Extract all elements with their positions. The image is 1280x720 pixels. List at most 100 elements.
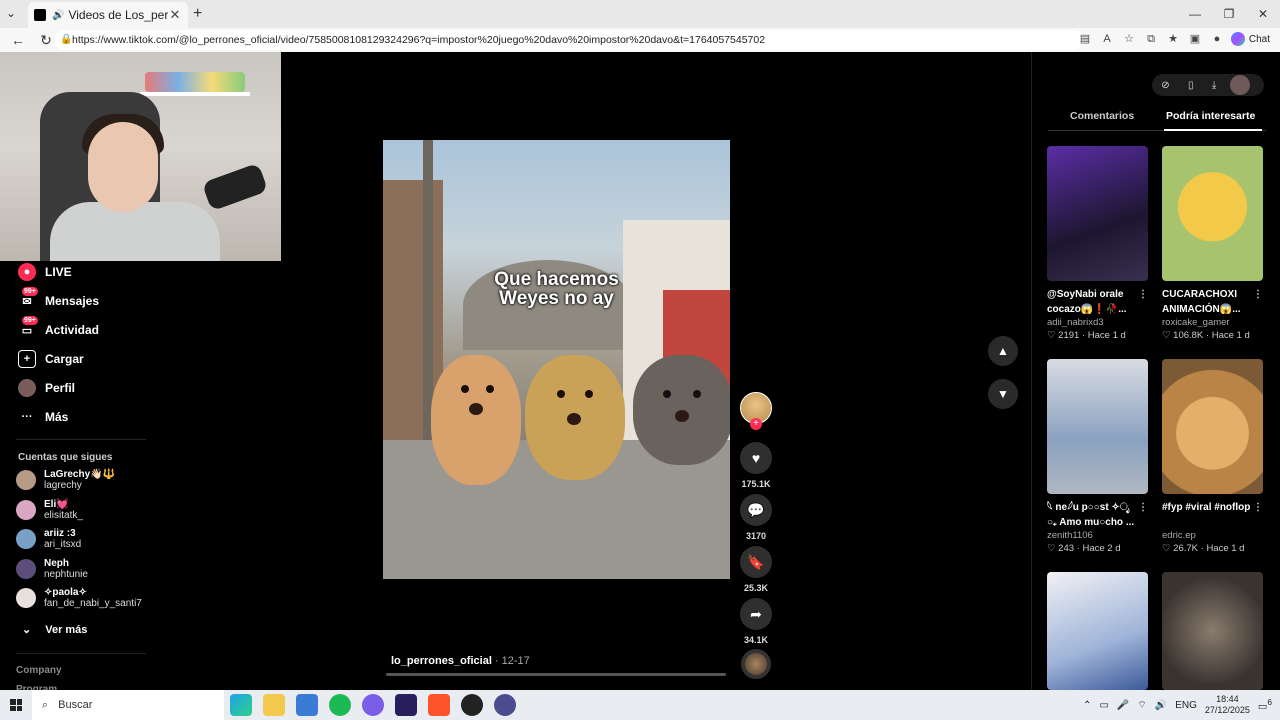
- more-icon[interactable]: ⋮: [1138, 500, 1148, 515]
- share-button[interactable]: ➦: [740, 598, 772, 630]
- wifi-icon[interactable]: ⌔: [1137, 699, 1146, 712]
- tab-suggested[interactable]: Podría interesarte: [1166, 110, 1255, 122]
- collections-icon[interactable]: ▣: [1188, 32, 1202, 46]
- following-title: Cuentas que sigues: [18, 452, 113, 463]
- translate-icon[interactable]: A: [1100, 32, 1114, 46]
- video-thumbnail[interactable]: [1162, 572, 1263, 690]
- more-icon[interactable]: ⋮: [1253, 500, 1263, 515]
- spotify-icon[interactable]: [329, 694, 351, 716]
- favorite-star-icon[interactable]: ☆: [1122, 32, 1136, 46]
- chevron-up-icon[interactable]: ⌃: [1083, 700, 1091, 711]
- follow-plus-icon[interactable]: +: [750, 418, 762, 430]
- suggested-video-card[interactable]: 𓆩 ne𓆪u p○○st ✧ೃ ○₊ Amo mu○cho ... ⋮ zenit…: [1047, 359, 1148, 554]
- profile-icon[interactable]: ●: [1210, 32, 1224, 46]
- obs-icon[interactable]: [461, 694, 483, 716]
- device-icon[interactable]: ▯: [1188, 80, 1194, 91]
- right-panel: ⊘ ▯ ⤓ Comentarios Podría interesarte @So…: [1031, 52, 1280, 690]
- account-handle: fan_de_nabi_y_santi7: [44, 598, 142, 609]
- following-account[interactable]: ✧paola✧ fan_de_nabi_y_santi7: [16, 587, 142, 609]
- sidebar-item-activity[interactable]: ▭ 99+ Actividad: [18, 316, 99, 339]
- chat-button[interactable]: Chat: [1230, 32, 1270, 46]
- url-field[interactable]: 🔒 https://www.tiktok.com/@lo_perrones_of…: [54, 30, 1084, 50]
- edge-icon[interactable]: [230, 694, 252, 716]
- next-video-button[interactable]: ▼: [988, 379, 1018, 409]
- video-thumbnail[interactable]: [1047, 572, 1148, 690]
- comment-icon: 💬: [747, 501, 765, 518]
- tab-comments[interactable]: Comentarios: [1070, 110, 1134, 122]
- suggested-video-card[interactable]: CUCARACHOXI ANIMACIÓN😱... ⋮ roxicake_game…: [1162, 146, 1263, 341]
- refresh-icon[interactable]: ↻: [36, 32, 56, 49]
- close-window-button[interactable]: ✕: [1246, 0, 1280, 28]
- time: 18:44: [1216, 694, 1239, 704]
- reader-icon[interactable]: ▤: [1078, 32, 1092, 46]
- network-icon[interactable]: ▭: [1099, 700, 1108, 711]
- download-icon[interactable]: ⤓: [1212, 80, 1216, 91]
- video-caption: Que hacemos Weyes no ay: [383, 270, 730, 308]
- suggested-video-card[interactable]: [1047, 572, 1148, 690]
- sidebar-item-upload[interactable]: + Cargar: [18, 350, 84, 368]
- lock-icon[interactable]: 🔒: [60, 30, 72, 50]
- back-icon[interactable]: ←: [8, 32, 28, 48]
- following-account[interactable]: ariiz :3 ari_itsxd: [16, 528, 81, 550]
- store-icon[interactable]: [296, 694, 318, 716]
- sidebar-item-live[interactable]: ● LIVE: [18, 263, 72, 281]
- account-handle: nephtunie: [44, 569, 88, 580]
- user-avatar[interactable]: [1230, 75, 1250, 95]
- video-progress-bar[interactable]: [386, 673, 726, 676]
- suggested-video-card[interactable]: #fyp #viral #noflop ⋮ edric.ep ♡ 26.7K · …: [1162, 359, 1263, 554]
- caption-line: Weyes no ay: [499, 288, 614, 309]
- browser-tab-bar: ⌄ 🔊 Videos de Los_perrones (@lo_ ✕ + — ❐…: [0, 0, 1280, 28]
- video-thumbnail[interactable]: [1162, 359, 1263, 494]
- video-author[interactable]: lo_perrones_oficial: [391, 655, 492, 667]
- comment-button[interactable]: 💬: [740, 494, 772, 526]
- browser-tab[interactable]: 🔊 Videos de Los_perrones (@lo_ ✕: [28, 2, 188, 28]
- card-user: zenith1106: [1047, 530, 1093, 541]
- discord-icon[interactable]: [362, 694, 384, 716]
- video-thumbnail[interactable]: [1047, 359, 1148, 494]
- new-tab-button[interactable]: +: [193, 5, 202, 23]
- taskbar-search[interactable]: ⌕ Buscar: [32, 690, 224, 720]
- suggested-video-card[interactable]: @SoyNabi orale cocazo😱❗🥀... ⋮ adii_nabrix…: [1047, 146, 1148, 341]
- maximize-button[interactable]: ❐: [1212, 0, 1246, 28]
- suggested-video-card[interactable]: [1162, 572, 1263, 690]
- clock[interactable]: 18:44 27/12/2025: [1205, 694, 1250, 716]
- music-disc[interactable]: [741, 649, 771, 679]
- footer-company-link[interactable]: Company: [16, 665, 62, 676]
- taskbar: ⌕ Buscar ⌃ ▭ 🎤 ⌔ 🔊 ENG 18:44 27/12/2025 …: [0, 690, 1280, 720]
- compass-icon[interactable]: ⊘: [1161, 80, 1169, 91]
- minimize-button[interactable]: —: [1178, 0, 1212, 28]
- tab-actions-icon[interactable]: ⌄: [6, 6, 16, 20]
- mic-icon[interactable]: 🎤: [1117, 700, 1129, 711]
- avatar: [16, 500, 36, 520]
- video-date: · 12-17: [491, 655, 530, 667]
- sidebar-item-profile[interactable]: Perfil: [18, 379, 75, 397]
- speaker-icon[interactable]: 🔊: [52, 10, 64, 21]
- tiktok-favicon-icon: [34, 9, 46, 21]
- volume-icon[interactable]: 🔊: [1155, 700, 1167, 711]
- app-icon[interactable]: [494, 694, 516, 716]
- see-more-button[interactable]: ⌄ Ver más: [22, 623, 87, 637]
- save-button[interactable]: 🔖: [740, 546, 772, 578]
- video-thumbnail[interactable]: [1047, 146, 1148, 281]
- close-tab-icon[interactable]: ✕: [168, 7, 182, 23]
- file-explorer-icon[interactable]: [263, 694, 285, 716]
- sidebar-item-label: Cargar: [45, 352, 84, 366]
- favorites-icon[interactable]: ★: [1166, 32, 1180, 46]
- following-account[interactable]: Neph nephtunie: [16, 558, 88, 580]
- brave-icon[interactable]: [428, 694, 450, 716]
- video-player[interactable]: Que hacemos Weyes no ay: [383, 140, 730, 579]
- sidebar-item-messages[interactable]: ✉ 99+ Mensajes: [18, 287, 99, 310]
- like-button[interactable]: ♥: [740, 442, 772, 474]
- more-icon[interactable]: ⋮: [1253, 287, 1263, 302]
- language-indicator[interactable]: ENG: [1175, 700, 1197, 711]
- sidebar-item-more[interactable]: ··· Más: [18, 408, 69, 426]
- extensions-icon[interactable]: ⧉: [1144, 32, 1158, 46]
- video-thumbnail[interactable]: [1162, 146, 1263, 281]
- premiere-icon[interactable]: [395, 694, 417, 716]
- windows-start-icon[interactable]: [10, 699, 22, 711]
- previous-video-button[interactable]: ▲: [988, 336, 1018, 366]
- following-account[interactable]: LaGrechy👋🏻🔱 lagrechy: [16, 469, 115, 491]
- notifications-icon[interactable]: ▭6: [1258, 697, 1272, 712]
- following-account[interactable]: Eli💓 elisitatk_: [16, 499, 83, 521]
- more-icon[interactable]: ⋮: [1138, 287, 1148, 302]
